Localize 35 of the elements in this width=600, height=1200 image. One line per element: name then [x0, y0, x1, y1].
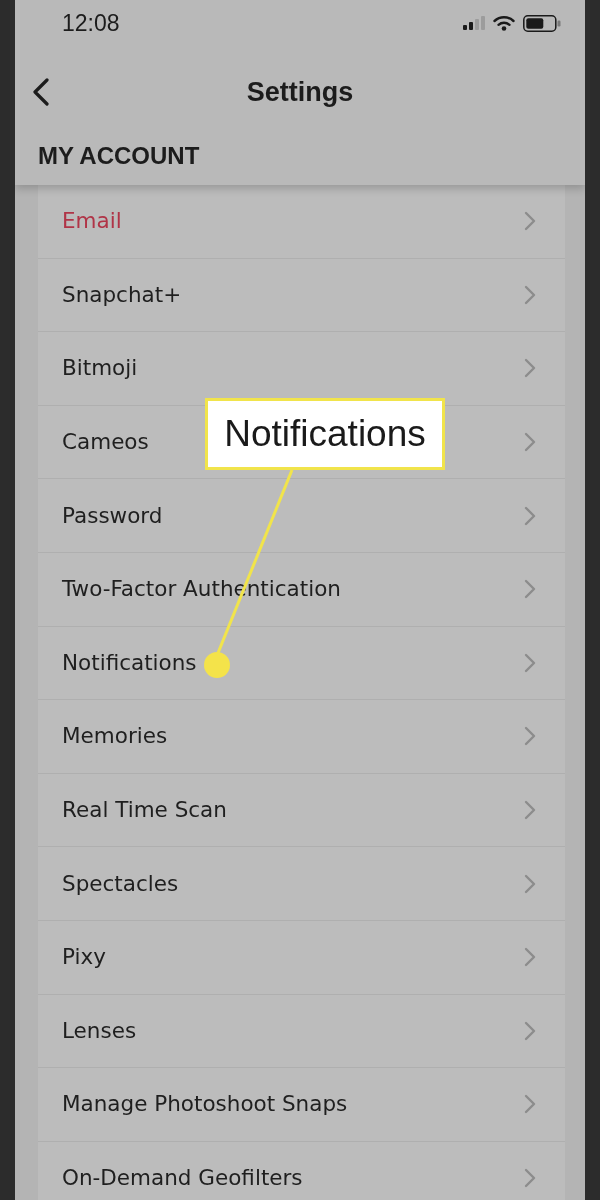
callout-tooltip: Notifications	[205, 398, 445, 470]
status-time: 12:08	[62, 8, 120, 38]
signal-icon	[463, 16, 485, 30]
back-icon[interactable]	[32, 78, 50, 106]
settings-item[interactable]: Manage Photoshoot Snaps	[62, 1088, 348, 1121]
settings-item[interactable]: Spectacles	[62, 867, 179, 900]
wifi-icon	[493, 15, 515, 31]
chevron-right-icon	[524, 947, 536, 968]
battery-icon	[523, 14, 561, 32]
chevron-right-icon	[524, 505, 536, 526]
settings-item[interactable]: Lenses	[62, 1014, 137, 1047]
chevron-right-icon	[524, 579, 536, 600]
chevron-right-icon	[524, 211, 536, 232]
settings-item[interactable]: Cameos	[62, 425, 149, 459]
settings-item[interactable]: On-Demand Geofilters	[62, 1161, 303, 1195]
chevron-right-icon	[524, 1020, 536, 1041]
settings-item[interactable]: Memories	[62, 720, 168, 753]
settings-item[interactable]: Real Time Scan	[62, 793, 227, 827]
chevron-right-icon	[524, 726, 536, 747]
settings-item[interactable]: Password	[62, 499, 163, 532]
settings-item[interactable]: Snapchat+	[62, 278, 182, 311]
chevron-right-icon	[524, 358, 536, 379]
chevron-right-icon	[524, 1094, 536, 1115]
chevron-right-icon	[524, 284, 536, 305]
chevron-right-icon	[524, 873, 536, 894]
chevron-right-icon	[524, 432, 536, 453]
settings-item[interactable]: Pixy	[62, 941, 106, 974]
section-heading: MY ACCOUNT	[38, 141, 200, 171]
settings-item[interactable]: Bitmoji	[62, 352, 138, 385]
chevron-right-icon	[524, 1168, 536, 1188]
chevron-right-icon	[524, 800, 536, 821]
pointer-dot-icon	[204, 652, 230, 678]
screen-title: Settings	[245, 75, 355, 109]
settings-item[interactable]: Notifications	[62, 646, 197, 679]
chevron-right-icon	[524, 652, 536, 673]
